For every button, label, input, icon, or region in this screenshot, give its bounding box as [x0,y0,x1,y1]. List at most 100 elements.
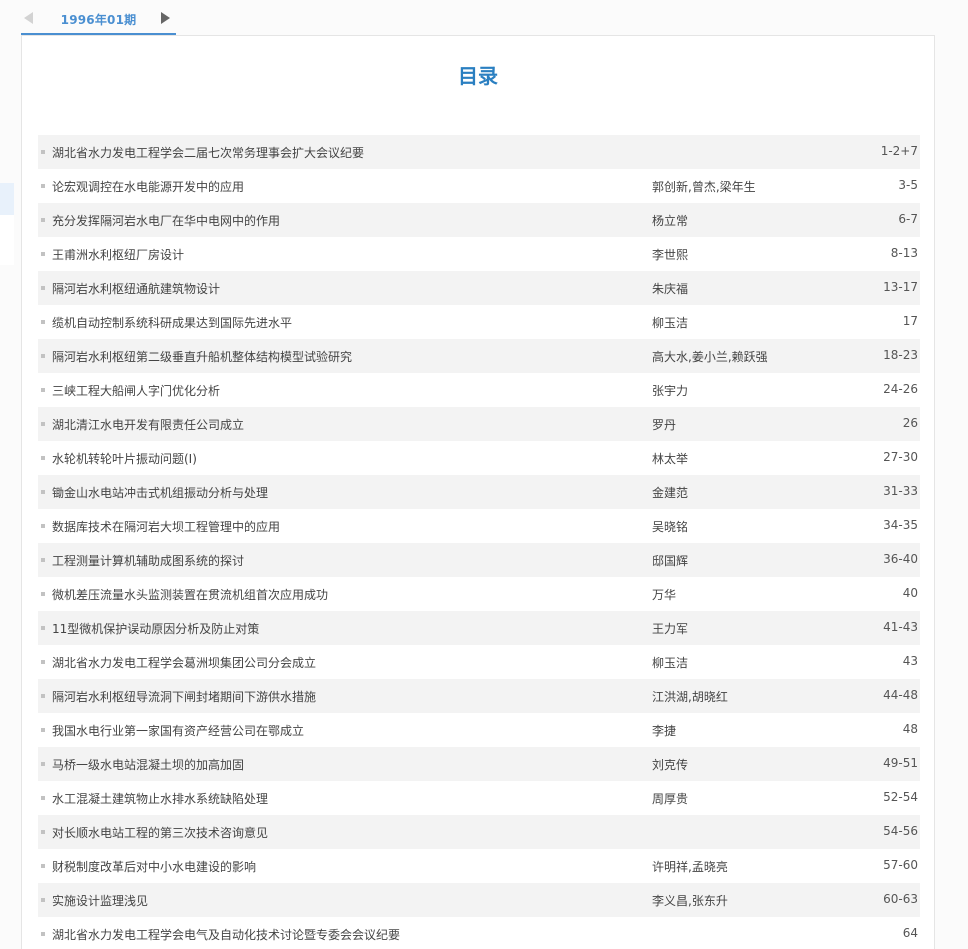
list-item[interactable]: 微机差压流量水头监测装置在贯流机组首次应用成功 万华 40 [38,577,920,611]
list-item[interactable]: 马桥一级水电站混凝土坝的加高加固 刘克传 49-51 [38,747,920,781]
bullet-icon [41,728,45,732]
list-item[interactable]: 水工混凝土建筑物止水排水系统缺陷处理 周厚贵 52-54 [38,781,920,815]
bullet-icon [41,864,45,868]
bullet-icon [41,932,45,936]
list-item[interactable]: 隔河岩水利枢纽通航建筑物设计 朱庆福 13-17 [38,271,920,305]
list-item[interactable]: 论宏观调控在水电能源开发中的应用 郭创新,曾杰,梁年生 3-5 [38,169,920,203]
bullet-icon [41,150,45,154]
article-authors: 刘克传 [652,758,689,772]
bullet-icon [41,320,45,324]
article-authors: 江洪湖,胡晓红 [652,690,728,704]
article-title-link[interactable]: 水轮机转轮叶片振动问题(Ⅰ) [52,450,197,467]
list-item[interactable]: 我国水电行业第一家国有资产经营公司在鄂成立 李捷 48 [38,713,920,747]
bullet-icon [41,558,45,562]
article-title-link[interactable]: 马桥一级水电站混凝土坝的加高加固 [52,756,244,773]
article-authors: 林太举 [652,452,689,466]
list-item[interactable]: 锄金山水电站冲击式机组振动分析与处理 金建范 31-33 [38,475,920,509]
list-item[interactable]: 缆机自动控制系统科研成果达到国际先进水平 柳玉洁 17 [38,305,920,339]
article-title-link[interactable]: 充分发挥隔河岩水电厂在华中电网中的作用 [52,212,280,229]
article-title-link[interactable]: 对长顺水电站工程的第三次技术咨询意见 [52,824,268,841]
article-pages: 40 [902,586,918,600]
article-title-link[interactable]: 湖北清江水电开发有限责任公司成立 [52,416,244,433]
article-title-link[interactable]: 缆机自动控制系统科研成果达到国际先进水平 [52,314,292,331]
article-title-link[interactable]: 论宏观调控在水电能源开发中的应用 [52,178,244,195]
article-pages: 48 [902,722,918,736]
article-pages: 18-23 [883,348,918,362]
article-pages: 13-17 [883,280,918,294]
article-title-link[interactable]: 湖北省水力发电工程学会二届七次常务理事会扩大会议纪要 [52,144,364,161]
list-item[interactable]: 王甫洲水利枢纽厂房设计 李世熙 8-13 [38,237,920,271]
list-item[interactable]: 湖北省水力发电工程学会电气及自动化技术讨论暨专委会会议纪要 64 [38,917,920,949]
article-authors: 邸国辉 [652,554,689,568]
article-pages: 64 [902,926,918,940]
bullet-icon [41,592,45,596]
side-nav-edge [0,183,14,265]
bullet-icon [41,490,45,494]
article-title-link[interactable]: 工程测量计算机辅助成图系统的探讨 [52,552,244,569]
bullet-icon [41,626,45,630]
bullet-icon [41,796,45,800]
article-pages: 41-43 [883,620,918,634]
article-title-link[interactable]: 三峡工程大船闸人字门优化分析 [52,382,220,399]
article-pages: 60-63 [883,892,918,906]
article-pages: 43 [902,654,918,668]
article-title-link[interactable]: 微机差压流量水头监测装置在贯流机组首次应用成功 [52,586,328,603]
list-item[interactable]: 充分发挥隔河岩水电厂在华中电网中的作用 杨立常 6-7 [38,203,920,237]
article-authors: 罗丹 [652,418,677,432]
list-item[interactable]: 湖北省水力发电工程学会葛洲坝集团公司分会成立 柳玉洁 43 [38,645,920,679]
article-authors: 柳玉洁 [652,316,689,330]
list-item[interactable]: 隔河岩水利枢纽导流洞下闸封堵期间下游供水措施 江洪湖,胡晓红 44-48 [38,679,920,713]
list-item[interactable]: 水轮机转轮叶片振动问题(Ⅰ) 林太举 27-30 [38,441,920,475]
article-authors: 许明祥,孟晓亮 [652,860,728,874]
list-item[interactable]: 工程测量计算机辅助成图系统的探讨 邸国辉 36-40 [38,543,920,577]
article-pages: 52-54 [883,790,918,804]
article-authors: 李捷 [652,724,677,738]
article-authors: 郭创新,曾杰,梁年生 [652,180,756,194]
article-pages: 34-35 [883,518,918,532]
article-title-link[interactable]: 湖北省水力发电工程学会葛洲坝集团公司分会成立 [52,654,316,671]
list-item[interactable]: 财税制度改革后对中小水电建设的影响 许明祥,孟晓亮 57-60 [38,849,920,883]
list-item[interactable]: 湖北省水力发电工程学会二届七次常务理事会扩大会议纪要 1-2+7 [38,135,920,169]
article-title-link[interactable]: 锄金山水电站冲击式机组振动分析与处理 [52,484,268,501]
bullet-icon [41,354,45,358]
article-title-link[interactable]: 财税制度改革后对中小水电建设的影响 [52,858,256,875]
list-item[interactable]: 数据库技术在隔河岩大坝工程管理中的应用 吴晓铭 34-35 [38,509,920,543]
list-item[interactable]: 三峡工程大船闸人字门优化分析 张宇力 24-26 [38,373,920,407]
article-title-link[interactable]: 隔河岩水利枢纽通航建筑物设计 [52,280,220,297]
article-authors: 李义昌,张东升 [652,894,728,908]
article-title-link[interactable]: 王甫洲水利枢纽厂房设计 [52,246,184,263]
bullet-icon [41,762,45,766]
article-pages: 27-30 [883,450,918,464]
article-title-link[interactable]: 实施设计监理浅见 [52,892,148,909]
list-item[interactable]: 实施设计监理浅见 李义昌,张东升 60-63 [38,883,920,917]
bullet-icon [41,422,45,426]
bullet-icon [41,388,45,392]
article-pages: 24-26 [883,382,918,396]
article-title-link[interactable]: 湖北省水力发电工程学会电气及自动化技术讨论暨专委会会议纪要 [52,926,400,943]
bullet-icon [41,898,45,902]
article-title-link[interactable]: 隔河岩水利枢纽第二级垂直升船机整体结构模型试验研究 [52,348,352,365]
article-authors: 周厚贵 [652,792,689,806]
toc-list: 湖北省水力发电工程学会二届七次常务理事会扩大会议纪要 1-2+7 论宏观调控在水电能… [38,135,920,949]
bullet-icon [41,830,45,834]
article-pages: 8-13 [890,246,918,260]
list-item[interactable]: 对长顺水电站工程的第三次技术咨询意见 54-56 [38,815,920,849]
article-title-link[interactable]: 我国水电行业第一家国有资产经营公司在鄂成立 [52,722,304,739]
list-item[interactable]: 隔河岩水利枢纽第二级垂直升船机整体结构模型试验研究 高大水,姜小兰,赖跃强 18-2… [38,339,920,373]
article-title-link[interactable]: 水工混凝土建筑物止水排水系统缺陷处理 [52,790,268,807]
article-pages: 6-7 [898,212,918,226]
article-authors: 吴晓铭 [652,520,689,534]
toc-panel: 目录 湖北省水力发电工程学会二届七次常务理事会扩大会议纪要 1-2+7 论宏观调控在… [21,35,935,949]
article-title-link[interactable]: 11型微机保护误动原因分析及防止对策 [52,620,259,637]
bullet-icon [41,286,45,290]
chevron-right-icon[interactable] [161,12,170,24]
list-item[interactable]: 11型微机保护误动原因分析及防止对策 王力军 41-43 [38,611,920,645]
article-title-link[interactable]: 隔河岩水利枢纽导流洞下闸封堵期间下游供水措施 [52,688,316,705]
list-item[interactable]: 湖北清江水电开发有限责任公司成立 罗丹 26 [38,407,920,441]
article-authors: 柳玉洁 [652,656,689,670]
issue-tab[interactable]: 1996年01期 [21,11,176,28]
article-title-link[interactable]: 数据库技术在隔河岩大坝工程管理中的应用 [52,518,280,535]
article-authors: 朱庆福 [652,282,689,296]
article-authors: 杨立常 [652,214,689,228]
side-nav-active-item[interactable] [0,183,14,215]
